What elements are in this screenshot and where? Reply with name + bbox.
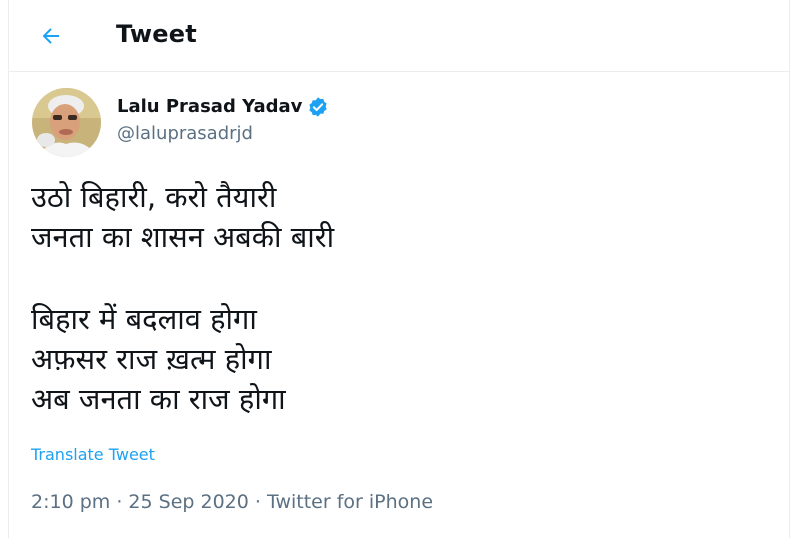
meta-separator: ·	[254, 491, 261, 513]
page-title: Tweet	[116, 20, 197, 48]
tweet-line: जनता का शासन अबकी बारी	[31, 220, 335, 254]
tweet-line: उठो बिहारी, करो तैयारी	[31, 180, 277, 214]
profile-photo	[32, 88, 101, 157]
tweet-source[interactable]: Twitter for iPhone	[267, 491, 433, 513]
tweet-date[interactable]: 25 Sep 2020	[128, 491, 248, 513]
avatar[interactable]	[32, 88, 101, 157]
arrow-left-icon	[42, 28, 59, 44]
tweet-detail-panel: Tweet Lalu Prasad Yadav @laluprasadrjd उ…	[8, 0, 790, 538]
author-name-text: Lalu Prasad Yadav	[117, 96, 303, 117]
tweet-meta: 2:10 pm · 25 Sep 2020 · Twitter for iPho…	[31, 489, 433, 515]
translate-tweet-link[interactable]: Translate Tweet	[31, 444, 155, 466]
tweet-time[interactable]: 2:10 pm	[31, 491, 110, 513]
header-bar: Tweet	[9, 0, 789, 72]
tweet-line: अफ़सर राज ख़त्म होगा	[31, 342, 272, 376]
back-button[interactable]	[31, 16, 71, 56]
tweet-line: अब जनता का राज होगा	[31, 382, 286, 416]
author-name[interactable]: Lalu Prasad Yadav	[117, 95, 329, 119]
tweet-text: उठो बिहारी, करो तैयारी जनता का शासन अबकी…	[31, 177, 771, 419]
verified-badge-icon	[307, 96, 329, 118]
tweet-line: बिहार में बदलाव होगा	[31, 302, 257, 336]
meta-separator: ·	[116, 491, 123, 513]
author-handle[interactable]: @laluprasadrjd	[117, 122, 253, 146]
